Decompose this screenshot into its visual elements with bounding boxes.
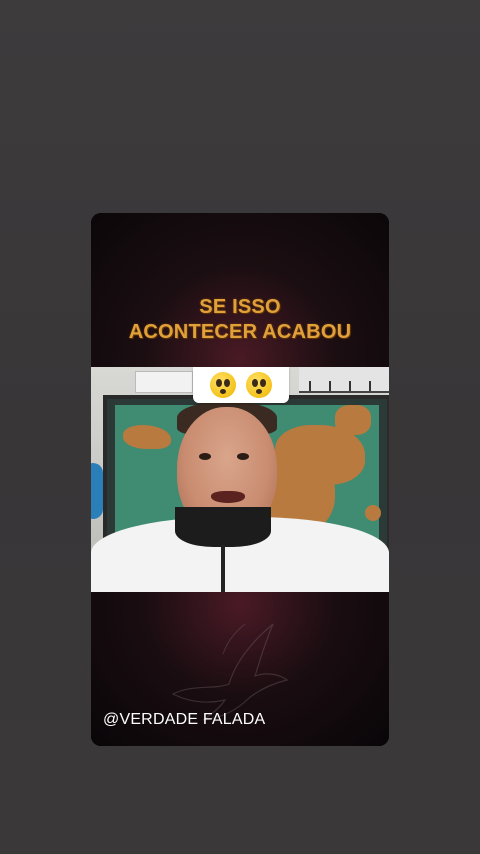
story-viewer: SE ISSO ACONTECER ACABOU @VERDADE FALADA — [0, 0, 480, 854]
footer-panel: @VERDADE FALADA — [91, 592, 389, 746]
video-frame[interactable] — [91, 367, 389, 592]
person-mouth — [211, 491, 245, 503]
headline-line-1: SE ISSO — [199, 296, 281, 318]
jacket-zip — [221, 545, 225, 592]
whiteboard-note — [135, 371, 193, 393]
jacket-collar — [175, 507, 271, 547]
headline-line-2: ACONTECER ACABOU — [128, 321, 352, 343]
account-handle[interactable]: @VERDADE FALADA — [103, 711, 265, 729]
person-eye-left — [199, 453, 211, 460]
person-eye-right — [237, 453, 249, 460]
window-blinds — [299, 367, 389, 393]
emoji-sticker — [193, 367, 289, 403]
globe-image — [91, 463, 103, 519]
headline-panel: SE ISSO ACONTECER ACABOU — [91, 213, 389, 367]
astonished-face-icon — [246, 372, 272, 398]
story-card[interactable]: SE ISSO ACONTECER ACABOU @VERDADE FALADA — [91, 213, 389, 746]
astonished-face-icon — [210, 372, 236, 398]
